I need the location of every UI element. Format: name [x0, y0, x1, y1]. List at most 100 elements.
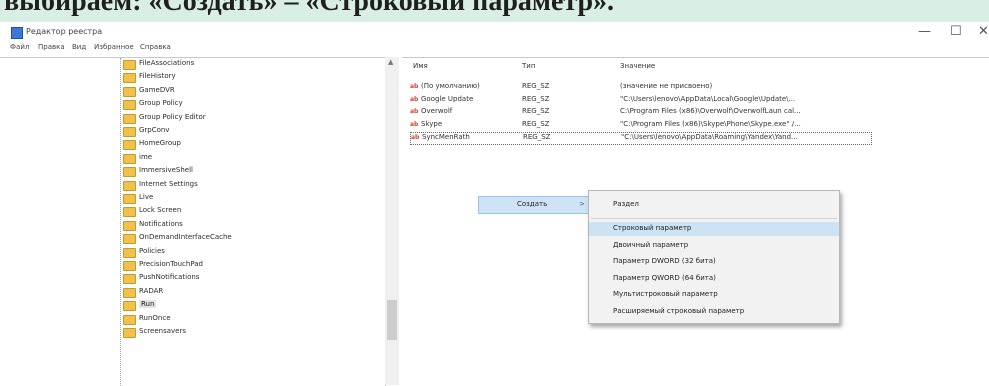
- menu-view[interactable]: Вид: [72, 43, 86, 51]
- folder-icon: [123, 194, 136, 204]
- folder-icon: [123, 86, 136, 97]
- folder-icon: [123, 220, 136, 231]
- folder-icon: [123, 100, 136, 111]
- tree-item-label: Policies: [139, 246, 165, 255]
- folder-icon: [123, 153, 136, 164]
- tree-item-label: OnDemandInterfaceCache: [139, 233, 232, 242]
- menu-bar: Файл Правка Вид Избранное Справка: [0, 43, 989, 56]
- value-type: REG_SZ: [522, 119, 550, 128]
- folder-icon: [123, 328, 136, 338]
- tree-item-label: RunOnce: [139, 313, 171, 322]
- context-menu-item[interactable]: Строковый параметр: [589, 222, 839, 236]
- folder-icon: [123, 261, 136, 271]
- folder-icon: [123, 234, 136, 245]
- folder-icon: [123, 274, 136, 285]
- tree-item-label: ime: [139, 152, 153, 161]
- minimize-button[interactable]: —: [918, 24, 931, 39]
- tree-item-label: Group Policy: [139, 99, 183, 108]
- context-menu-item[interactable]: Мультистроковый параметр: [589, 288, 839, 302]
- tree-item-label: Live: [139, 193, 154, 201]
- value-name: (По умолчанию): [421, 82, 480, 90]
- value-name: Google Update: [421, 94, 474, 103]
- tree-item-label: FileAssociations: [139, 59, 195, 67]
- value-type: REG_SZ: [523, 133, 551, 141]
- ab-string-icon: ab: [411, 134, 420, 141]
- tree-item-label: GameDVR: [139, 85, 175, 94]
- tree-item-label: Internet Settings: [139, 179, 198, 188]
- context-menu-item-label: Расширяемый строковый параметр: [613, 306, 745, 315]
- chevron-right-icon: >: [579, 200, 585, 208]
- context-menu-item[interactable]: Параметр QWORD (64 бита): [589, 272, 839, 286]
- ab-string-icon: ab: [410, 95, 419, 103]
- scroll-up-icon[interactable]: ▲: [388, 58, 393, 66]
- value-type: REG_SZ: [522, 107, 550, 115]
- create-submenu: Раздел Строковый параметр Двоичный парамет…: [588, 190, 840, 324]
- column-header-type[interactable]: Тип: [522, 62, 535, 70]
- create-label: Создать: [517, 200, 548, 208]
- tree-item-label: Lock Screen: [139, 206, 182, 215]
- menu-edit[interactable]: Правка: [38, 43, 65, 51]
- ab-string-icon: ab: [410, 120, 419, 128]
- value-data: C:\Program Files (x86)\Overwolf\Overwolf…: [620, 107, 801, 115]
- folder-icon: [123, 140, 136, 151]
- context-menu-item-label: Параметр QWORD (64 бита): [613, 273, 716, 282]
- menu-separator: [591, 218, 837, 219]
- folder-icon: [123, 180, 136, 191]
- close-button[interactable]: ✕: [978, 24, 989, 39]
- tree-item-label: PrecisionTouchPad: [139, 260, 203, 268]
- folder-icon: [123, 287, 136, 298]
- tree-item-label: HomeGroup: [139, 139, 181, 148]
- tree-scroll-thumb[interactable]: [387, 300, 397, 340]
- folder-icon: [123, 127, 136, 137]
- page-caption: выбираем: «Создать» – «Строковый парамет…: [0, 0, 989, 22]
- menu-file[interactable]: Файл: [10, 43, 29, 51]
- folder-icon: [123, 314, 136, 325]
- context-menu-item-label: Двоичный параметр: [613, 240, 689, 249]
- folder-icon: [123, 247, 136, 258]
- value-data: "C:\Program Files (x86)\Skype\Phone\Skyp…: [620, 119, 801, 128]
- folder-icon: [123, 73, 136, 84]
- context-menu-item-label: Раздел: [613, 200, 639, 208]
- context-menu-item[interactable]: Параметр DWORD (32 бита): [589, 255, 839, 269]
- menu-favorites[interactable]: Избранное: [94, 43, 134, 51]
- value-data: "C:\Users\lenovo\AppData\Roaming\Yandex\…: [621, 133, 798, 141]
- tree-item-label: RADAR: [139, 286, 164, 295]
- create-menu-item[interactable]: Создать >: [478, 196, 590, 214]
- folder-icon: [123, 167, 136, 178]
- context-menu-item[interactable]: Раздел: [589, 198, 839, 212]
- folder-icon: [123, 113, 136, 124]
- ab-string-icon: ab: [410, 108, 419, 115]
- tree-item-label: Notifications: [139, 219, 183, 228]
- tree-item-label: PushNotifications: [139, 273, 200, 282]
- value-type: REG_SZ: [522, 82, 550, 90]
- tree-item-label: Group Policy Editor: [139, 112, 206, 121]
- value-row[interactable]: ab (По умолчанию) REG_SZ (значение не присв…: [410, 82, 870, 93]
- registry-icon: [11, 27, 23, 39]
- menu-help[interactable]: Справка: [140, 43, 171, 51]
- context-menu-item-label: Мультистроковый параметр: [613, 290, 718, 298]
- ab-string-icon: ab: [410, 83, 419, 90]
- folder-icon: [123, 60, 136, 70]
- value-row[interactable]: ab SyncMenRath REG_SZ "C:\Users\lenovo\AppD…: [410, 132, 872, 145]
- caption-text: выбираем: «Создать» – «Строковый парамет…: [4, 0, 615, 17]
- value-row[interactable]: ab Skype REG_SZ "C:\Program Files (x86)\Sky…: [410, 120, 870, 131]
- column-header-data[interactable]: Значение: [620, 62, 655, 70]
- tree-item-label: GrpConv: [139, 126, 170, 134]
- value-row[interactable]: ab Google Update REG_SZ "C:\Users\lenovo\Ap…: [410, 95, 870, 106]
- value-type: REG_SZ: [522, 94, 550, 103]
- context-menu-item[interactable]: Двоичный параметр: [589, 239, 839, 253]
- column-header-name[interactable]: Имя: [413, 62, 428, 70]
- value-data: (значение не присвоено): [620, 82, 713, 90]
- folder-icon: [123, 207, 136, 218]
- tree-item-label: FileHistory: [139, 72, 176, 81]
- folder-icon: [123, 301, 136, 312]
- registry-tree: FileAssociations FileHistory GameDVR Group …: [0, 57, 386, 386]
- context-menu-item-label: Параметр DWORD (32 бита): [613, 257, 716, 265]
- value-row[interactable]: ab Overwolf REG_SZ C:\Program Files (x86)\O…: [410, 107, 870, 118]
- value-data: "C:\Users\lenovo\AppData\Local\Google\Up…: [620, 94, 796, 103]
- maximize-button[interactable]: ☐: [950, 24, 962, 39]
- tree-guide-line: [120, 58, 121, 386]
- value-name: Skype: [421, 119, 443, 128]
- context-menu-item[interactable]: Расширяемый строковый параметр: [589, 305, 839, 319]
- value-name: SyncMenRath: [422, 133, 470, 141]
